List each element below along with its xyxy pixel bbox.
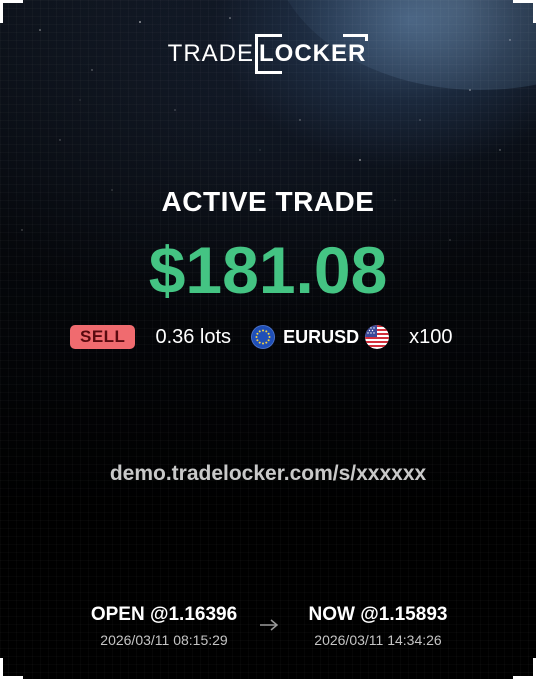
- frame-corner-top-right: [513, 0, 536, 23]
- open-price-block: OPEN @1.16396 2026/03/11 08:15:29: [86, 604, 242, 648]
- frame-corner-bottom-left: [0, 658, 23, 679]
- arrow-right-icon: [260, 619, 279, 631]
- frame-corner-bottom-right: [513, 658, 536, 679]
- lot-size: 0.36 lots: [155, 325, 232, 348]
- trade-share-card: TRADE LOCKER ACTIVE TRADE $181.08 SELL 0…: [0, 0, 536, 679]
- tradelocker-logo: TRADE LOCKER: [0, 34, 536, 74]
- frame-corner-top-left: [0, 0, 23, 23]
- logo-locker-text: LOCKER: [259, 40, 367, 67]
- profit-amount: $181.08: [148, 233, 388, 307]
- currency-pair: EURUSD: [283, 326, 360, 347]
- trade-status-title: ACTIVE TRADE: [161, 186, 375, 217]
- eu-flag-icon: [251, 325, 276, 349]
- share-link[interactable]: demo.tradelocker.com/s/xxxxxx: [0, 462, 536, 486]
- side-badge: SELL: [70, 325, 136, 349]
- logo-trade-text: TRADE: [167, 40, 254, 67]
- us-flag-icon: [365, 325, 390, 349]
- leverage: x100: [409, 325, 453, 348]
- open-price: OPEN @1.16396: [90, 604, 238, 625]
- logo-locker-box: LOCKER: [255, 34, 369, 74]
- current-price: NOW @1.15893: [308, 604, 448, 625]
- open-time: 2026/03/11 08:15:29: [100, 632, 228, 648]
- current-time: 2026/03/11 14:34:26: [314, 632, 442, 648]
- current-price-block: NOW @1.15893 2026/03/11 14:34:26: [300, 604, 456, 648]
- trade-details-row: SELL 0.36 lots EURUSD x100: [70, 324, 452, 350]
